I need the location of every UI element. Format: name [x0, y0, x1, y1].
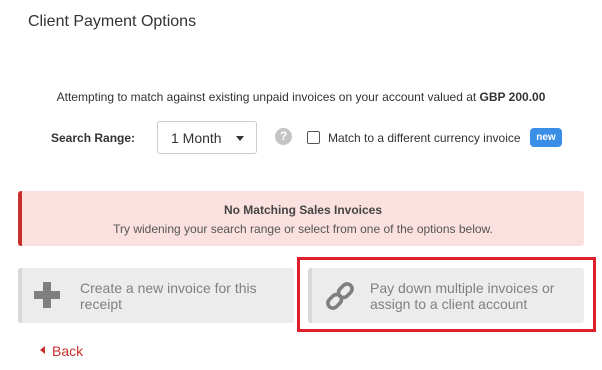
question-circle-icon[interactable]: ? — [275, 128, 292, 145]
back-link[interactable]: Back — [40, 343, 83, 359]
currency-match-label[interactable]: Match to a different currency invoice — [328, 131, 521, 145]
search-range-label: Search Range: — [51, 131, 136, 145]
create-invoice-option[interactable]: Create a new invoice for this receipt — [18, 268, 294, 323]
alert-text: Try widening your search range or select… — [113, 222, 493, 236]
search-range-row: Search Range: 1 Month ? Match to a diffe… — [0, 121, 602, 155]
back-link-label: Back — [52, 343, 84, 359]
caret-down-icon — [236, 136, 244, 141]
new-badge: new — [530, 128, 562, 147]
plus-icon — [34, 282, 60, 308]
alert-title: No Matching Sales Invoices — [223, 203, 383, 217]
create-invoice-label: Create a new invoice for this receipt — [80, 280, 257, 312]
page-title: Client Payment Options — [28, 13, 197, 30]
no-match-alert: No Matching Sales Invoices Try widening … — [18, 191, 584, 246]
currency-match-checkbox[interactable] — [307, 131, 320, 144]
highlight-box — [297, 257, 596, 332]
search-range-value: 1 Month — [171, 130, 222, 146]
caret-left-icon — [40, 346, 45, 354]
match-amount: GBP 200.00 — [479, 90, 546, 104]
match-description: Attempting to match against existing unp… — [0, 90, 602, 104]
search-range-select[interactable]: 1 Month — [157, 121, 257, 154]
match-description-text: Attempting to match against existing unp… — [56, 90, 480, 104]
